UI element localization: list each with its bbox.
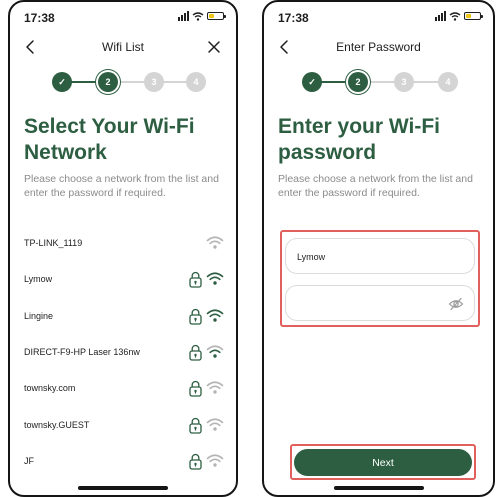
lock-icon — [189, 344, 202, 361]
wifi-signal-icon — [206, 309, 224, 322]
wifi-signal-icon — [206, 454, 224, 467]
status-time: 17:38 — [24, 11, 55, 25]
step-2: 2 — [348, 72, 368, 92]
page-title: Wifi List — [102, 40, 144, 54]
instructions: Please choose a network from the list an… — [278, 172, 473, 200]
close-icon[interactable] — [206, 39, 222, 55]
wifi-status-icon — [192, 11, 204, 21]
battery-icon — [464, 12, 483, 20]
network-name: JF — [24, 456, 34, 466]
step-1-check-icon: ✓ — [52, 72, 72, 92]
cellular-signal-icon — [435, 11, 446, 21]
step-3: 3 — [144, 72, 164, 92]
network-name: townsky.com — [24, 383, 76, 393]
headline-line: Network — [24, 141, 107, 164]
headline-line: Enter your Wi-Fi — [278, 115, 440, 138]
progress-stepper: ✓ 2 3 4 — [302, 72, 458, 92]
headline: Select Your Wi-Fi Network — [24, 114, 195, 166]
step-1-check-icon: ✓ — [302, 72, 322, 92]
instructions-line: Please choose a network from the list an… — [278, 173, 473, 185]
lock-icon — [189, 380, 202, 397]
network-row[interactable]: JF — [10, 443, 236, 481]
network-name: Lymow — [24, 274, 53, 284]
step-3: 3 — [394, 72, 414, 92]
battery-icon — [207, 12, 226, 20]
wifi-signal-icon — [206, 345, 224, 358]
eye-slash-icon[interactable] — [448, 297, 464, 311]
network-name: Lingine — [24, 311, 54, 321]
nav-bar: Wifi List — [10, 32, 236, 62]
status-bar: 17:38 — [10, 2, 236, 30]
network-name: townsky.GUEST — [24, 420, 90, 430]
progress-stepper: ✓ 2 3 4 — [52, 72, 206, 92]
home-indicator — [333, 486, 424, 490]
lock-icon — [189, 308, 202, 325]
wifi-status-icon — [449, 11, 461, 21]
network-name: TP-LINK_1119 — [24, 238, 83, 248]
step-4: 4 — [186, 72, 206, 92]
network-row[interactable]: townsky.GUEST — [10, 407, 236, 445]
instructions: Please choose a network from the list an… — [24, 172, 219, 200]
wifi-signal-icon — [206, 418, 224, 431]
nav-bar: Enter Password — [264, 32, 493, 62]
instructions-line: enter the password if required. — [24, 187, 166, 199]
headline: Enter your Wi-Fi password — [278, 114, 440, 166]
enter-password-screen: 17:38 Enter Password ✓ 2 3 4 Enter your … — [262, 0, 495, 497]
headline-line: Select Your Wi-Fi — [24, 115, 195, 138]
lock-icon — [189, 417, 202, 434]
lock-icon — [189, 453, 202, 470]
network-row[interactable]: TP-LINK_1119 — [10, 225, 236, 263]
step-4: 4 — [438, 72, 458, 92]
network-row[interactable]: Lingine — [10, 298, 236, 336]
status-icons — [435, 11, 483, 21]
wifi-list-screen: 17:38 Wifi List ✓ 2 3 4 Select Your Wi-F… — [8, 0, 238, 497]
headline-line: password — [278, 141, 377, 164]
wifi-signal-icon — [206, 272, 224, 285]
network-row[interactable]: Lymow — [10, 261, 236, 299]
network-row[interactable]: DIRECT-F9-HP Laser 136nw — [10, 334, 236, 372]
lock-icon — [189, 271, 202, 288]
status-bar: 17:38 — [264, 2, 493, 30]
instructions-line: enter the password if required. — [278, 187, 420, 199]
ssid-field[interactable]: Lymow — [285, 238, 475, 274]
ssid-value: Lymow — [297, 252, 326, 262]
instructions-line: Please choose a network from the list an… — [24, 173, 219, 185]
password-field[interactable] — [285, 285, 475, 321]
page-title: Enter Password — [336, 40, 421, 54]
step-2: 2 — [98, 72, 118, 92]
status-icons — [178, 11, 226, 21]
wifi-signal-icon — [206, 236, 224, 249]
network-row[interactable]: townsky.com — [10, 370, 236, 408]
home-indicator — [78, 486, 168, 490]
next-button[interactable]: Next — [294, 449, 472, 476]
wifi-signal-icon — [206, 381, 224, 394]
cellular-signal-icon — [178, 11, 189, 21]
status-time: 17:38 — [278, 11, 309, 25]
network-name: DIRECT-F9-HP Laser 136nw — [24, 347, 140, 357]
